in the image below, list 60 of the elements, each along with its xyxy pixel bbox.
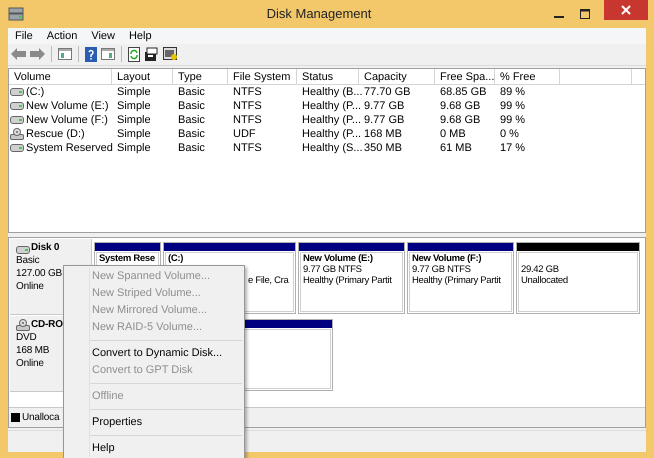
disk-info: Basic — [16, 254, 40, 268]
table-cell-text: 77.70 GB — [364, 84, 410, 100]
table-cell-text: 168 MB — [364, 126, 402, 142]
table-cell-text: 9.68 GB — [440, 112, 480, 128]
table-cell-text: 350 MB — [364, 140, 402, 156]
table-cell-text: Basic — [178, 98, 205, 114]
partition-info: Healthy (Primary Partit — [303, 275, 393, 286]
table-cell-text: UDF — [233, 126, 256, 142]
legend-label: Unalloca — [22, 411, 60, 426]
table-cell-text: Rescue (D:) — [26, 126, 85, 142]
disk-name: CD-RO — [31, 318, 63, 332]
table-cell-text: Healthy (B... — [302, 84, 363, 100]
table-cell-text: NTFS — [233, 84, 262, 100]
table-cell-text: NTFS — [233, 98, 262, 114]
table-cell-text: Simple — [117, 126, 151, 142]
table-cell-text: (C:) — [26, 84, 44, 100]
table-cell-text: 89 % — [500, 84, 526, 100]
table-cell-text: New Volume (E:) — [26, 98, 109, 114]
table-cell-text: NTFS — [233, 112, 262, 128]
partition-title: (C:) — [168, 253, 184, 264]
table-cell-text: Healthy (P... — [302, 126, 362, 142]
disk-info: Online — [16, 357, 45, 370]
table-cell-text: 0 MB — [440, 126, 466, 142]
table-cell-text: Basic — [178, 84, 205, 100]
table-cell-text: 9.68 GB — [440, 98, 480, 114]
partition-info: Healthy (Primary Partit — [412, 275, 502, 286]
table-cell-text: Healthy (P... — [302, 112, 362, 128]
disk-info: Online — [16, 280, 45, 294]
disk-name: Disk 0 — [31, 241, 60, 254]
window-title: Disk Management — [266, 5, 372, 24]
table-cell-text: 99 % — [500, 112, 526, 128]
partition-info: Unallocated — [521, 275, 569, 286]
table-cell-text: Simple — [117, 98, 151, 114]
partition-title: System Rese — [99, 253, 156, 264]
disk-info: DVD — [16, 331, 38, 344]
table-cell-text: Simple — [117, 112, 151, 128]
table-cell-text: 17 % — [500, 140, 526, 156]
partition-info: 9.77 GB NTFS — [303, 264, 363, 276]
table-cell-text: Simple — [117, 84, 151, 100]
table-cell-text: 99 % — [500, 98, 526, 114]
table-cell-text: System Reserved — [26, 140, 113, 156]
partition-title: New Volume (F:) — [412, 253, 482, 264]
table-cell-text: Basic — [178, 126, 205, 142]
table-cell-text: 9.77 GB — [364, 98, 404, 114]
table-cell-text: Simple — [117, 140, 151, 156]
partition-info: 29.42 GB — [521, 264, 560, 276]
table-cell-text: 9.77 GB — [364, 112, 404, 128]
table-cell-text: 68.85 GB — [440, 84, 486, 100]
disk-info: 168 MB — [16, 344, 50, 358]
partition-title: New Volume (E:) — [303, 253, 374, 264]
table-cell-text: NTFS — [233, 140, 262, 156]
table-cell-text: Basic — [178, 112, 205, 128]
table-cell-text: Basic — [178, 140, 205, 156]
table-cell-text: 0 % — [500, 126, 519, 142]
table-cell-text: New Volume (F:) — [26, 112, 108, 128]
table-cell-text: 61 MB — [440, 140, 472, 156]
disk-info: 127.00 GB — [16, 267, 64, 280]
table-cell-text: Healthy (S... — [302, 140, 363, 156]
partition-info: 9.77 GB NTFS — [412, 264, 472, 276]
table-cell-text: Healthy (P... — [302, 98, 362, 114]
